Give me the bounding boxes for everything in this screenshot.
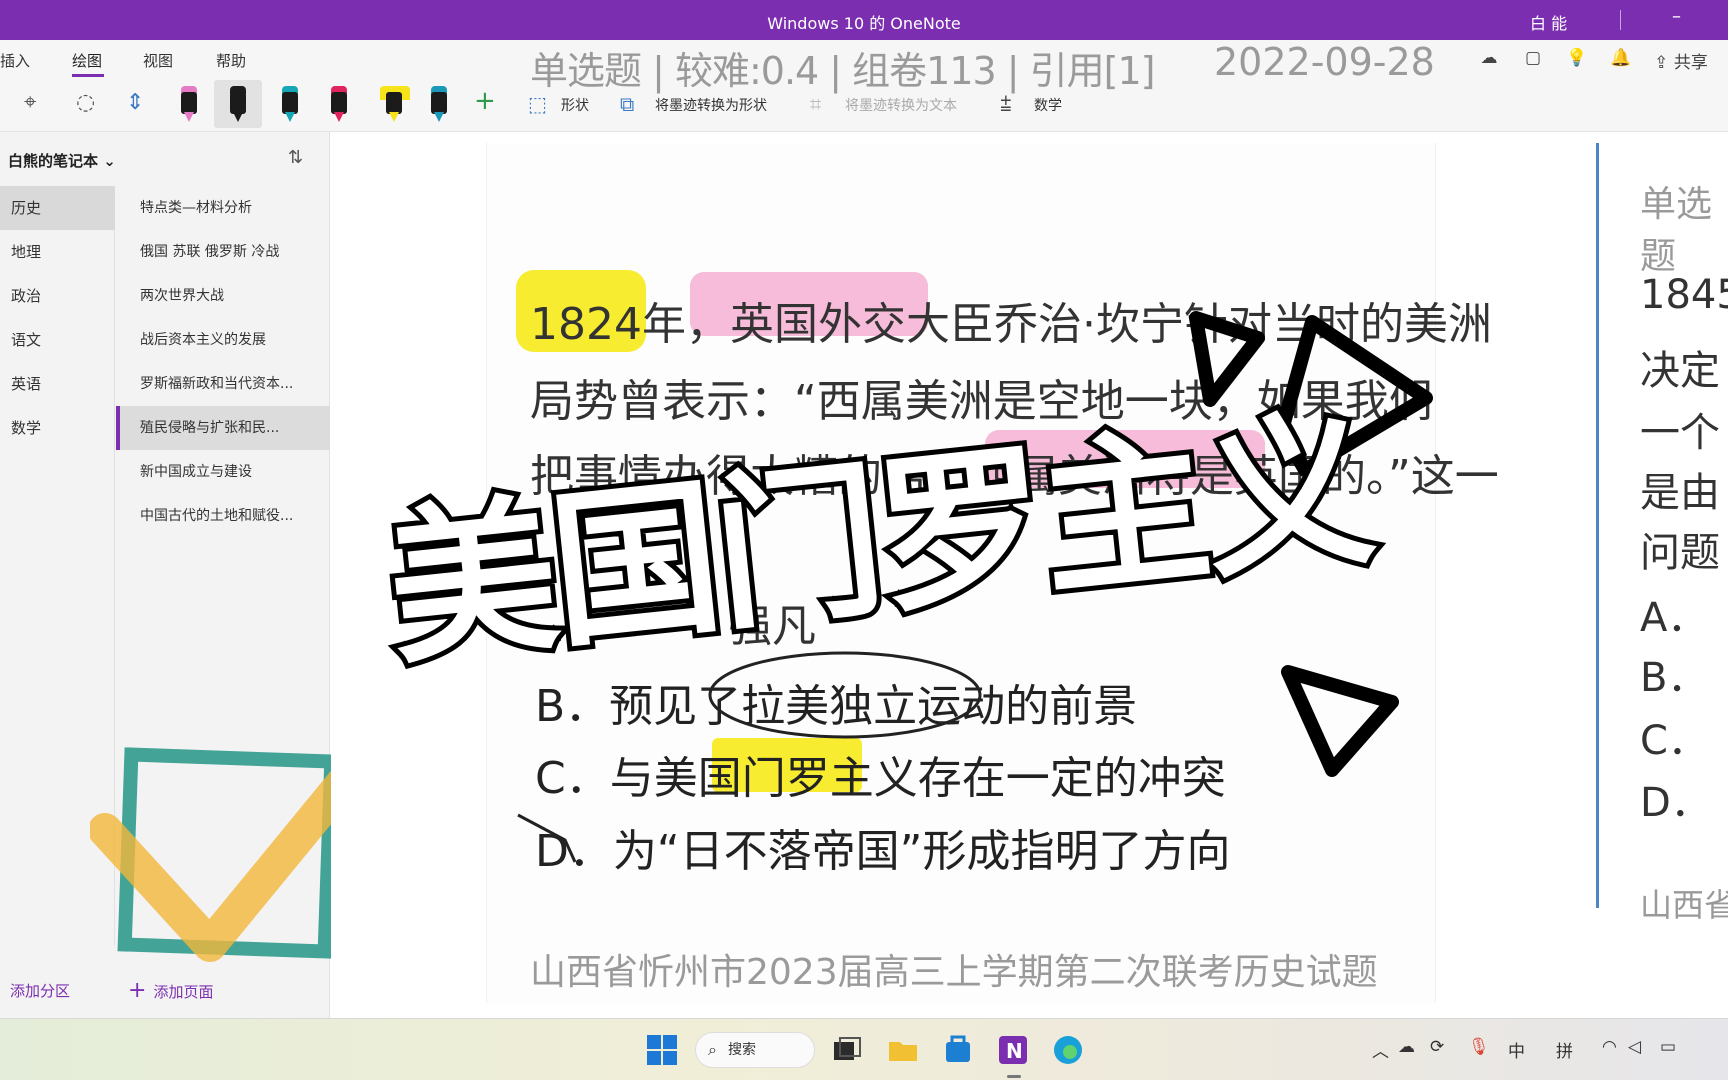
- page-item[interactable]: 特点类—材料分析: [116, 186, 330, 230]
- question-source: 山西省忻州市2023届高三上学期第二次联考历史试题: [530, 952, 1378, 993]
- question-line: 1824年，英国外交大臣乔治·坎宁针对当时的美洲: [530, 299, 1492, 350]
- option-c: C．与美国门罗主义存在一定的冲突: [535, 753, 1226, 804]
- section-geography[interactable]: 地理: [0, 230, 115, 274]
- chevron-up-icon[interactable]: ︿: [1372, 1037, 1389, 1062]
- right-source: 山西省: [1640, 886, 1728, 924]
- pen-teal-2[interactable]: [428, 82, 450, 124]
- search-icon: ⌕: [708, 1040, 717, 1059]
- minimize-button[interactable]: –: [1672, 6, 1681, 27]
- sort-icon[interactable]: ⇅: [288, 147, 303, 168]
- window-title: Windows 10 的 OneNote: [767, 14, 961, 33]
- microphone-icon[interactable]: 🎙: [1468, 1037, 1490, 1057]
- math-icon[interactable]: ⩲: [1000, 92, 1012, 116]
- page-item[interactable]: 俄国 苏联 俄罗斯 冷战: [116, 230, 330, 274]
- right-line: 一个: [1640, 410, 1720, 456]
- menu-insert[interactable]: 插入: [0, 50, 30, 71]
- shapes-icon[interactable]: ⬚: [528, 92, 547, 116]
- add-pen-icon[interactable]: +: [474, 86, 496, 116]
- windows-start-icon[interactable]: [645, 1033, 679, 1067]
- section-politics[interactable]: 政治: [0, 274, 115, 318]
- notebook-name: 白熊的笔记本: [8, 152, 99, 170]
- power-icon[interactable]: ▭: [1660, 1037, 1676, 1057]
- share-icon: ⇪: [1654, 53, 1674, 73]
- shapes-button[interactable]: 形状: [561, 95, 589, 115]
- right-line: 1845: [1640, 272, 1728, 318]
- svg-text:N: N: [1006, 1039, 1023, 1063]
- right-option: B．: [1640, 655, 1708, 701]
- right-line: 问题: [1640, 530, 1720, 576]
- math-button[interactable]: 数学: [1034, 95, 1062, 115]
- taskbar: ⌕ 搜索 N ︿ ☁ ⟳ 🎙 中 拼 ◠ ◁ ▭: [0, 1018, 1728, 1080]
- bell-icon[interactable]: 🔔: [1607, 48, 1635, 70]
- section-math[interactable]: 数学: [0, 406, 115, 450]
- task-view-icon[interactable]: [830, 1033, 864, 1067]
- option-b: B．预见了拉美独立运动的前景: [535, 681, 1138, 732]
- share-label: 共享: [1673, 53, 1708, 73]
- title-bar: Windows 10 的 OneNote 白 能 –: [0, 0, 1728, 40]
- store-icon[interactable]: [941, 1033, 975, 1067]
- page-item[interactable]: 中国古代的土地和赋役...: [116, 494, 330, 538]
- share-button[interactable]: ⇪ 共享: [1651, 48, 1711, 73]
- add-space-icon[interactable]: ⇕: [126, 90, 144, 115]
- active-app-indicator: [1007, 1075, 1021, 1078]
- volume-icon[interactable]: ◁: [1628, 1037, 1641, 1057]
- question-meta: 单选题 | 较难:0.4 | 组卷113 | 引用[1]: [530, 49, 1155, 93]
- right-line: 是由: [1640, 470, 1720, 516]
- input-language[interactable]: 中: [1508, 1037, 1525, 1062]
- active-menu-indicator: [72, 74, 104, 77]
- pages-icon[interactable]: ▢: [1519, 48, 1547, 70]
- sync-icon[interactable]: ⟳: [1430, 1037, 1444, 1057]
- section-english[interactable]: 英语: [0, 362, 115, 406]
- right-option: A．: [1640, 595, 1708, 641]
- menu-view[interactable]: 视图: [143, 50, 173, 71]
- lasso-icon[interactable]: ◌: [76, 90, 95, 115]
- ink-to-text-button: 将墨迹转换为文本: [845, 98, 957, 114]
- pen-black-pink[interactable]: [178, 82, 200, 124]
- search-label: 搜索: [728, 1042, 756, 1058]
- page-item-active[interactable]: 殖民侵略与扩张和民...: [116, 406, 330, 450]
- ink-to-text-icon: ⌗: [810, 92, 822, 116]
- chevron-down-icon: ⌄: [103, 152, 116, 170]
- menu-draw[interactable]: 绘图: [72, 50, 102, 71]
- notebook-selector[interactable]: 白熊的笔记本 ⌄: [8, 150, 116, 171]
- highlighter-yellow[interactable]: [378, 82, 412, 124]
- ink-to-shape-button[interactable]: 将墨迹转换为形状: [655, 95, 767, 115]
- right-line: 决定: [1640, 348, 1720, 394]
- right-option: C．: [1640, 718, 1708, 764]
- add-section-button[interactable]: 添加分区: [10, 980, 70, 1001]
- ink-to-shape-icon[interactable]: ⧉: [620, 92, 634, 116]
- wifi-icon[interactable]: ◠: [1602, 1037, 1617, 1057]
- pen-black[interactable]: [227, 82, 249, 124]
- menu-help[interactable]: 帮助: [216, 50, 246, 71]
- sync-icon[interactable]: ☁: [1475, 48, 1503, 70]
- pen-teal[interactable]: [279, 82, 301, 124]
- right-question-meta: 单选题: [1640, 184, 1713, 277]
- taskbar-search[interactable]: ⌕ 搜索: [695, 1032, 815, 1068]
- page-item[interactable]: 罗斯福新政和当代资本...: [116, 362, 330, 406]
- file-explorer-icon[interactable]: [886, 1033, 920, 1067]
- pen-red[interactable]: [328, 82, 350, 124]
- lightbulb-icon[interactable]: 💡: [1563, 48, 1591, 70]
- onenote-icon[interactable]: N: [996, 1033, 1030, 1067]
- title-separator: [1620, 10, 1621, 30]
- user-name[interactable]: 白 能: [1530, 10, 1567, 34]
- add-page-label: 添加页面: [153, 983, 214, 1001]
- section-history[interactable]: 历史: [0, 186, 115, 230]
- plus-icon: +: [128, 978, 154, 1003]
- section-chinese[interactable]: 语文: [0, 318, 115, 362]
- edge-browser-icon[interactable]: [1051, 1033, 1085, 1067]
- page-item[interactable]: 两次世界大战: [116, 274, 330, 318]
- question-date: 2022-09-28: [1214, 40, 1435, 84]
- option-d: D．为“日不落帝国”形成指明了方向: [535, 826, 1231, 877]
- cloud-icon[interactable]: ☁: [1398, 1037, 1415, 1057]
- page-item[interactable]: 战后资本主义的发展: [116, 318, 330, 362]
- column-divider: [1596, 143, 1599, 908]
- right-option: D．: [1640, 780, 1711, 826]
- input-method[interactable]: 拼: [1556, 1037, 1573, 1062]
- page-item[interactable]: 新中国成立与建设: [116, 450, 330, 494]
- lasso-select-icon[interactable]: ⌖: [24, 90, 36, 115]
- add-page-button[interactable]: + 添加页面: [128, 978, 213, 1003]
